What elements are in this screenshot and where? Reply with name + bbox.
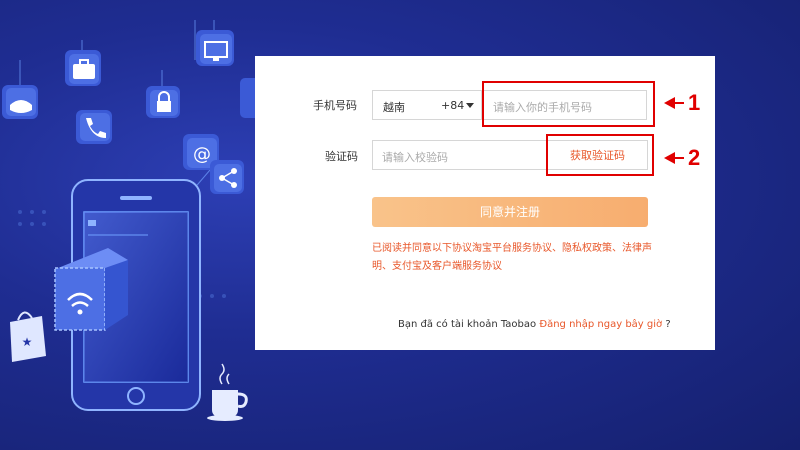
agree-register-button[interactable]: 同意并注册 (372, 197, 648, 227)
annotation-number-2: 2 (688, 145, 701, 170)
share-icon (210, 160, 244, 194)
shopping-bag-icon: ★ (10, 311, 46, 362)
verification-code-input[interactable]: 请输入校验码 (372, 140, 548, 170)
wifi-icon (54, 248, 128, 331)
phone-label: 手机号码 (313, 99, 357, 112)
coffee-cup-icon (207, 363, 248, 421)
code-label: 验证码 (325, 150, 358, 163)
agreement-prefix: 已阅读并同意以下协议 (372, 243, 472, 254)
annotation-arrow-2 (674, 157, 684, 159)
country-name: 越南 (383, 101, 405, 114)
login-prompt-line: Bạn đã có tài khoản Taobao Đăng nhập nga… (398, 319, 671, 330)
country-select[interactable]: 越南 +84 (372, 90, 482, 120)
agreement-text: 已阅读并同意以下协议淘宝平台服务协议、隐私权政策、法律声明、支付宝及客户端服务协… (372, 240, 652, 276)
tv-icon (196, 30, 234, 66)
country-code: +84 (441, 99, 465, 112)
svg-text:@: @ (193, 144, 211, 165)
svg-text:★: ★ (22, 335, 33, 349)
annotation-box-2 (546, 134, 654, 176)
annotation-number-1: 1 (688, 90, 701, 115)
code-placeholder: 请输入校验码 (382, 151, 448, 164)
lock-icon (146, 86, 180, 118)
annotation-arrow-1 (674, 102, 684, 104)
login-link[interactable]: Đăng nhập ngay bây giờ (539, 319, 662, 330)
login-suffix: ? (665, 319, 671, 330)
annotation-box-1 (482, 81, 655, 127)
phone-call-icon (76, 110, 112, 144)
briefcase-icon (65, 50, 101, 86)
chevron-down-icon (466, 103, 474, 108)
login-prompt: Bạn đã có tài khoản Taobao (398, 319, 537, 330)
gamepad-icon (2, 85, 38, 119)
